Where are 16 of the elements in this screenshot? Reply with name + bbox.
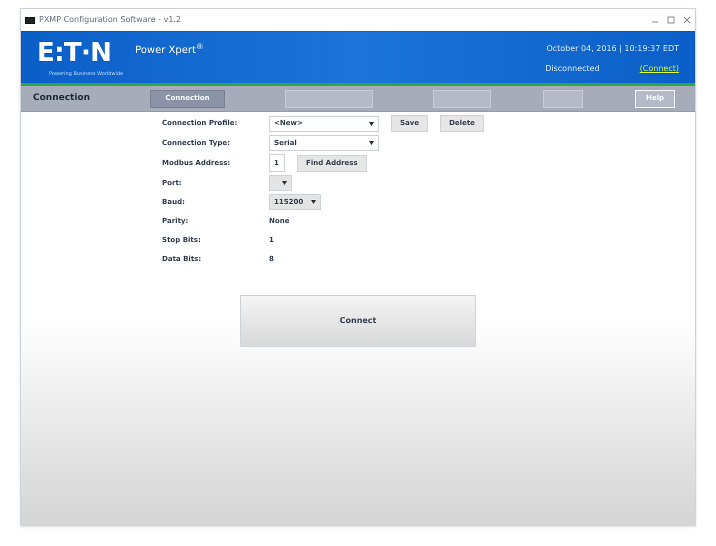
dropdown-arrow-icon [369, 122, 374, 126]
app-icon [25, 16, 35, 24]
dropdown[interactable] [269, 175, 292, 191]
date-time: October 04, 2016 | 10:19:37 EDT [546, 43, 679, 55]
close-icon[interactable] [683, 16, 691, 24]
connect-link[interactable]: (Connect) [640, 63, 679, 75]
dropdown-arrow-icon [311, 200, 316, 204]
maximize-icon[interactable] [667, 16, 675, 24]
dropdown-arrow-icon [369, 141, 374, 145]
connection-status: Disconnected [545, 63, 600, 75]
window-title: PXMP Configuration Software - v1.2 [39, 14, 182, 26]
logo: E:T·N [37, 39, 112, 67]
connect-button[interactable]: Connect [240, 295, 476, 347]
dropdown-arrow-icon [282, 181, 288, 185]
product-name: Power Xpert$^{®}$ [135, 43, 204, 58]
section-title: Connection [33, 92, 92, 105]
